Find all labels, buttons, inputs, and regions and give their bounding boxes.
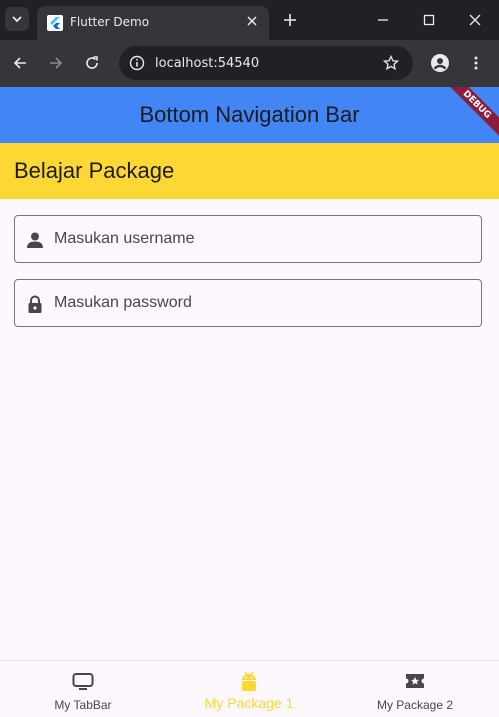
close-tab-icon[interactable] <box>243 12 261 30</box>
flutter-icon <box>47 15 63 31</box>
nav-item-my-tabbar[interactable]: My TabBar <box>0 661 166 717</box>
app-bar: Bottom Navigation Bar <box>0 87 499 143</box>
nav-item-my-package-1[interactable]: My Package 1 <box>166 661 332 717</box>
more-vert-icon <box>474 56 478 70</box>
close-window-button[interactable] <box>463 8 487 32</box>
nav-label: My Package 1 <box>204 695 294 711</box>
forward-button[interactable] <box>44 51 68 75</box>
password-input[interactable] <box>54 280 474 326</box>
nav-label: My Package 2 <box>376 698 454 712</box>
android-icon <box>236 668 262 694</box>
tv-icon <box>70 668 96 694</box>
flutter-app: Bottom Navigation Bar DEBUG Belajar Pack… <box>0 87 499 717</box>
close-icon <box>469 14 481 26</box>
tab-title: Flutter Demo <box>70 15 150 29</box>
minimize-icon <box>378 19 388 21</box>
profile-icon <box>431 54 449 72</box>
plus-icon <box>284 14 296 26</box>
maximize-icon <box>423 14 435 26</box>
person-icon <box>24 229 46 251</box>
username-field[interactable] <box>14 215 482 263</box>
lock-icon <box>24 293 46 315</box>
section-title: Belajar Package <box>14 158 175 183</box>
browser-menu-button[interactable] <box>464 51 488 75</box>
browser-tab-strip: Flutter Demo <box>0 0 499 40</box>
back-button[interactable] <box>8 51 32 75</box>
section-header: Belajar Package <box>0 143 499 199</box>
local-activity-icon <box>402 668 428 694</box>
bookmark-star-icon[interactable] <box>381 53 401 73</box>
app-bar-title: Bottom Navigation Bar <box>139 102 360 127</box>
password-field[interactable] <box>14 279 482 327</box>
url-text: localhost:54540 <box>155 56 260 71</box>
reload-icon <box>86 56 98 69</box>
browser-tab[interactable]: Flutter Demo <box>37 6 269 40</box>
new-tab-button[interactable] <box>279 9 301 31</box>
tab-search-button[interactable] <box>5 7 29 31</box>
minimize-button[interactable] <box>371 8 395 32</box>
address-bar[interactable]: localhost:54540 <box>119 46 413 80</box>
browser-toolbar: localhost:54540 <box>0 40 499 87</box>
bottom-navigation-bar: My TabBar My Package 1 My Package 2 <box>0 660 499 717</box>
chevron-down-icon <box>12 16 22 23</box>
arrow-left-icon <box>13 57 26 69</box>
username-input[interactable] <box>54 216 474 262</box>
maximize-button[interactable] <box>417 8 441 32</box>
arrow-right-icon <box>50 57 63 69</box>
nav-label: My TabBar <box>54 698 112 712</box>
profile-button[interactable] <box>428 51 452 75</box>
reload-button[interactable] <box>80 51 104 75</box>
site-info-icon[interactable] <box>127 53 147 73</box>
nav-item-my-package-2[interactable]: My Package 2 <box>332 661 498 717</box>
